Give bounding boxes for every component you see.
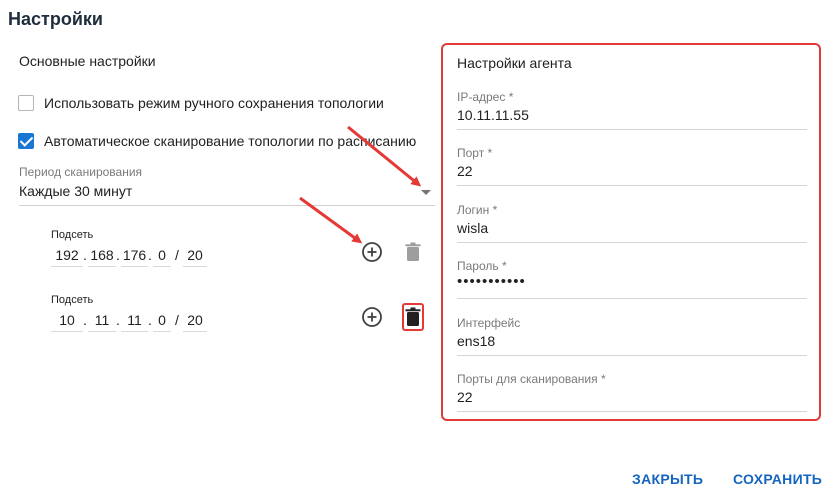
field-value: 22 (457, 389, 473, 405)
subnet-octet-3[interactable]: 11 (121, 308, 148, 332)
field-label: Порт * (457, 146, 493, 160)
trash-icon (405, 242, 421, 261)
auto-scan-label: Автоматическое сканирование топологии по… (44, 133, 417, 149)
subnet-octet-1[interactable]: 192 (51, 243, 83, 267)
add-circle-icon (362, 242, 382, 262)
agent-settings-panel: Настройки агента IP-адрес * 10.11.11.55 … (441, 43, 821, 421)
caret-down-icon[interactable] (421, 190, 431, 195)
field-value: 10.11.11.55 (457, 107, 529, 123)
subnet-octet-4[interactable]: 0 (153, 243, 171, 267)
subnet-label: Подсеть (51, 229, 94, 241)
auto-scan-checkbox[interactable] (18, 133, 34, 149)
subnet-octet-2[interactable]: 11 (88, 308, 116, 332)
scan-period-label: Период сканирования (19, 165, 143, 179)
octet-dot: . (148, 312, 152, 328)
subnet-octet-1[interactable]: 10 (51, 308, 83, 332)
mask-slash: / (175, 247, 179, 263)
delete-subnet-button[interactable] (402, 241, 424, 263)
add-subnet-button[interactable] (361, 241, 383, 263)
agent-password-field[interactable]: Пароль * ••••••••••• (457, 259, 807, 299)
field-value: ens18 (457, 333, 496, 349)
octet-dot: . (116, 247, 120, 263)
subnet-octet-4[interactable]: 0 (153, 308, 171, 332)
field-value: ••••••••••• (457, 273, 526, 290)
subnet-row: Подсеть 10 . 11 . 11 . 0 / 20 (51, 294, 391, 338)
add-circle-icon (362, 307, 382, 327)
mask-slash: / (175, 312, 179, 328)
subnet-mask[interactable]: 20 (183, 243, 207, 267)
field-label: Пароль * (457, 259, 507, 273)
subnet-row: Подсеть 192 . 168 . 176 . 0 / 20 (51, 229, 391, 273)
agent-scan-ports-field[interactable]: Порты для сканирования * 22 (457, 372, 807, 412)
auto-scan-checkbox-row[interactable]: Автоматическое сканирование топологии по… (18, 133, 416, 149)
general-section-title: Основные настройки (19, 53, 156, 69)
save-button[interactable]: СОХРАНИТЬ (733, 471, 822, 487)
agent-section-title: Настройки агента (457, 55, 572, 71)
manual-save-label: Использовать режим ручного сохранения то… (44, 95, 384, 111)
field-label: Логин * (457, 203, 498, 217)
field-value: 22 (457, 163, 473, 179)
manual-save-checkbox[interactable] (18, 95, 34, 111)
octet-dot: . (83, 247, 87, 263)
field-label: IP-адрес * (457, 90, 514, 104)
agent-ip-field[interactable]: IP-адрес * 10.11.11.55 (457, 90, 807, 130)
agent-port-field[interactable]: Порт * 22 (457, 146, 807, 186)
manual-save-checkbox-row[interactable]: Использовать режим ручного сохранения то… (18, 95, 384, 111)
scan-period-value: Каждые 30 минут (19, 183, 133, 199)
octet-dot: . (116, 312, 120, 328)
field-value: wisla (457, 220, 489, 236)
add-subnet-button[interactable] (361, 306, 383, 328)
subnet-octet-3[interactable]: 176 (121, 243, 148, 267)
field-label: Порты для сканирования * (457, 372, 606, 386)
dialog-title: Настройки (8, 9, 103, 29)
field-label: Интерфейс (457, 316, 521, 330)
delete-subnet-button[interactable] (402, 306, 424, 328)
subnet-octet-2[interactable]: 168 (88, 243, 116, 267)
close-button[interactable]: ЗАКРЫТЬ (632, 471, 703, 487)
subnet-mask[interactable]: 20 (183, 308, 207, 332)
agent-login-field[interactable]: Логин * wisla (457, 203, 807, 243)
trash-icon (405, 307, 421, 326)
subnet-label: Подсеть (51, 294, 94, 306)
octet-dot: . (83, 312, 87, 328)
scan-period-select[interactable]: Период сканирования Каждые 30 минут (19, 165, 435, 206)
octet-dot: . (148, 247, 152, 263)
agent-interface-field[interactable]: Интерфейс ens18 (457, 316, 807, 356)
